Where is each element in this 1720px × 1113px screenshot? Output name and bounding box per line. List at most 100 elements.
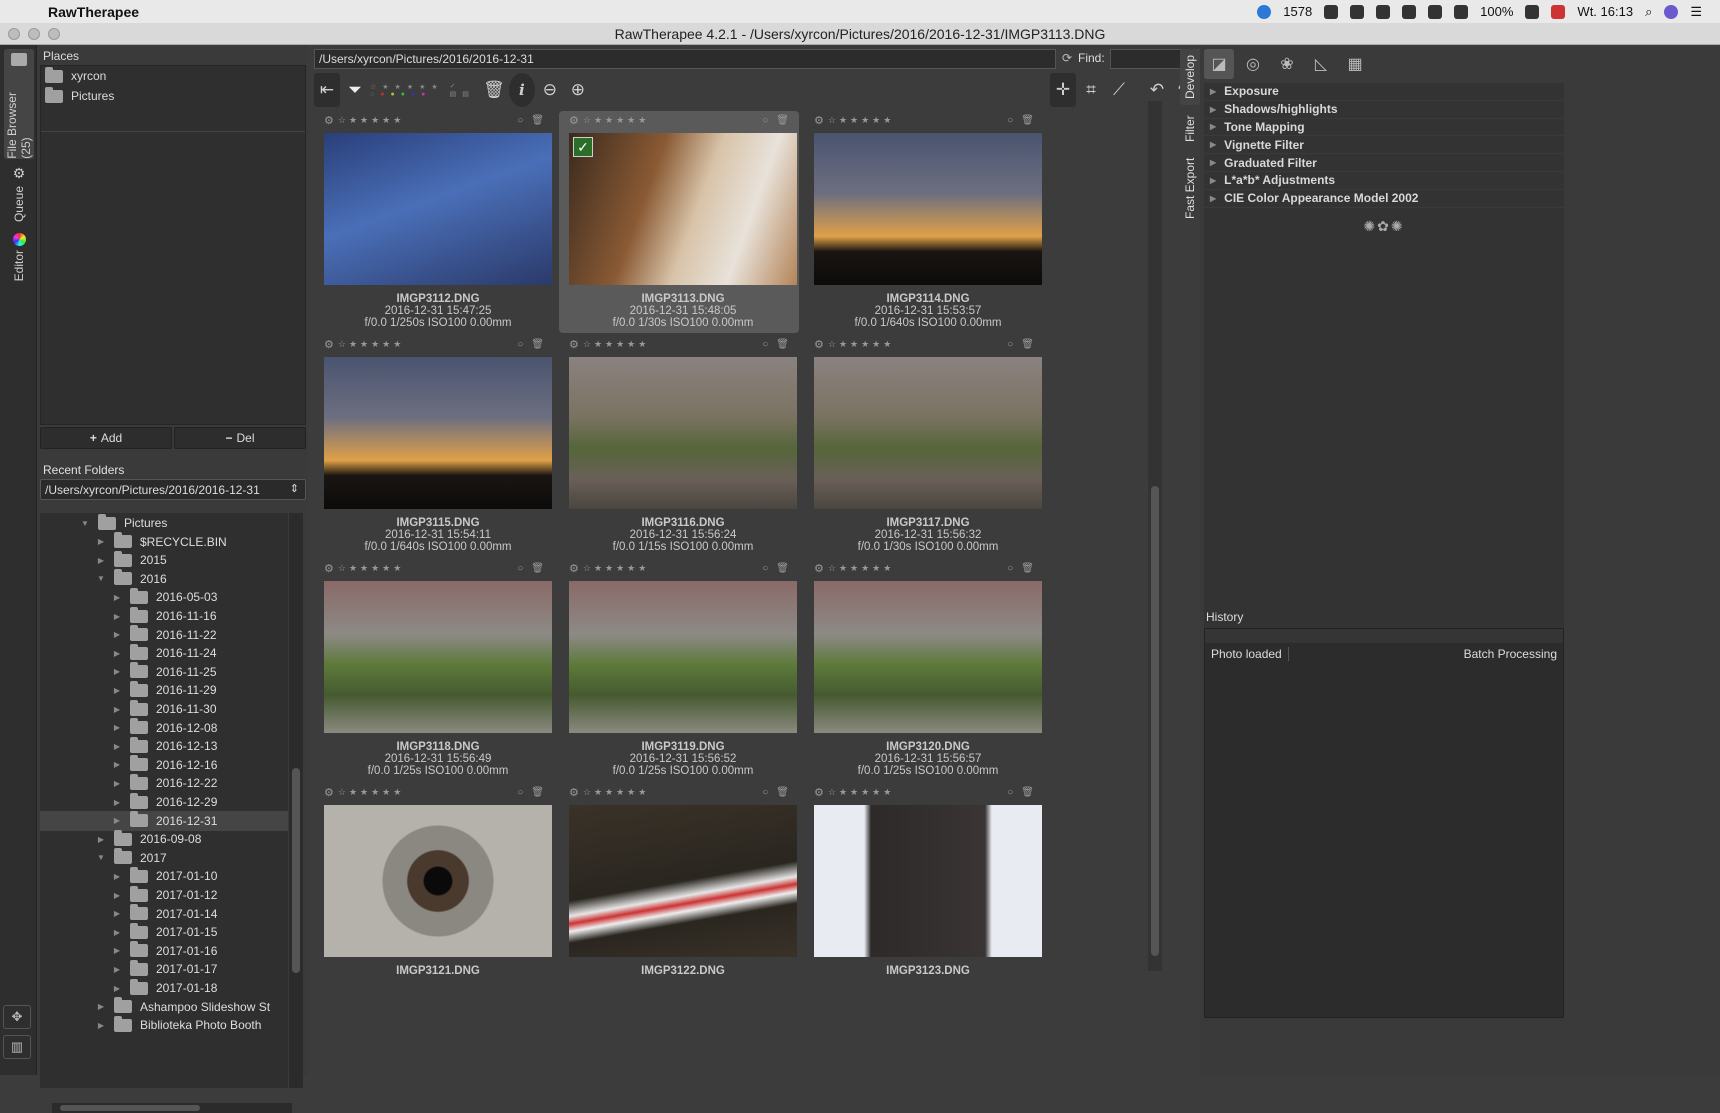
scroll-thumb[interactable] xyxy=(60,1105,200,1111)
crop-icon[interactable]: ⌗ xyxy=(1078,73,1104,107)
zoom-out-icon[interactable]: ⊖ xyxy=(537,73,563,107)
trash-icon[interactable]: 🗑 xyxy=(481,73,507,107)
tool-panel-header[interactable]: ▶ Shadows/highlights xyxy=(1204,101,1564,119)
color-label-icon[interactable]: ○ xyxy=(1007,787,1013,798)
app-menu[interactable]: RawTherapee xyxy=(48,4,139,20)
thumbnail-cell[interactable]: ⚙ ☆★★★★★ ○ 🗑 IMGP3116.DNG 2016-12-31 15:56:24… xyxy=(559,335,799,557)
hide-left-panel-icon[interactable]: ⇤ xyxy=(314,73,340,107)
collapsed-triangle-icon[interactable]: ▶ xyxy=(112,705,122,714)
trash-icon[interactable]: 🗑 xyxy=(1021,115,1034,126)
collapsed-triangle-icon[interactable]: ▶ xyxy=(96,1021,106,1030)
tree-item[interactable]: ▶ 2017-01-15 xyxy=(40,922,288,942)
color-label-icon[interactable]: ○ xyxy=(1007,339,1013,350)
collapsed-triangle-icon[interactable]: ▶ xyxy=(112,984,122,993)
collapsed-triangle-icon[interactable]: ▶ xyxy=(112,612,122,621)
adobe-icon[interactable] xyxy=(1324,4,1339,19)
collapsed-triangle-icon[interactable]: ▶ xyxy=(112,965,122,974)
collapsed-triangle-icon[interactable]: ▶ xyxy=(112,723,122,732)
color-label-icon[interactable]: ○ xyxy=(762,339,768,350)
tree-item[interactable]: ▶ 2016-11-22 xyxy=(40,625,288,645)
history-row[interactable]: Photo loaded Batch Processing xyxy=(1205,643,1563,665)
flag-icon[interactable] xyxy=(1551,4,1566,19)
tool-panel-header[interactable]: ▶ Graduated Filter xyxy=(1204,154,1564,172)
expanded-triangle-icon[interactable]: ▼ xyxy=(96,574,106,583)
collapsed-triangle-icon[interactable]: ▶ xyxy=(112,779,122,788)
rating-stars[interactable]: ☆★★★★★ xyxy=(583,339,649,350)
thumbnail-cell[interactable]: ⚙ ☆★★★★★ ○ 🗑 IMGP3117.DNG 2016-12-31 15:56:32… xyxy=(804,335,1044,557)
collapsed-triangle-icon[interactable]: ▶ xyxy=(112,667,122,676)
zoom-in-icon[interactable]: ⊕ xyxy=(565,73,591,107)
processing-profile-icon[interactable]: ⚙ xyxy=(569,114,579,127)
processing-profile-icon[interactable]: ⚙ xyxy=(814,562,824,575)
expanded-triangle-icon[interactable]: ▼ xyxy=(96,853,106,862)
tool-panel-header[interactable]: ▶ CIE Color Appearance Model 2002 xyxy=(1204,190,1564,208)
collapsed-triangle-icon[interactable]: ▶ xyxy=(1210,176,1216,185)
color-label-icon[interactable]: ○ xyxy=(517,339,523,350)
trash-icon[interactable]: 🗑 xyxy=(1021,787,1034,798)
tree-item[interactable]: ▶ 2016-12-13 xyxy=(40,736,288,756)
color-label-icon[interactable]: ○ xyxy=(762,563,768,574)
thumbnail-image[interactable] xyxy=(569,357,797,509)
thumbnail-cell[interactable]: ⚙ ☆★★★★★ ○ 🗑 ✓ IMGP3113.DNG 2016-12-31 15:48:0… xyxy=(559,111,799,333)
tree-item[interactable]: ▶ 2016-09-08 xyxy=(40,829,288,849)
tree-item[interactable]: ▶ 2015 xyxy=(40,550,288,570)
expanded-triangle-icon[interactable]: ▼ xyxy=(80,519,90,528)
rating-stars[interactable]: ☆★★★★★ xyxy=(338,563,404,574)
memory-icon[interactable] xyxy=(1428,4,1443,19)
collapsed-triangle-icon[interactable]: ▶ xyxy=(1210,105,1216,114)
thumbnail-cell[interactable]: ⚙ ☆★★★★★ ○ 🗑 IMGP3121.DNG xyxy=(314,783,554,1005)
thumbnail-cell[interactable]: ⚙ ☆★★★★★ ○ 🗑 IMGP3118.DNG 2016-12-31 15:56:49… xyxy=(314,559,554,781)
color-label-icon[interactable]: ○ xyxy=(1007,115,1013,126)
collapsed-triangle-icon[interactable]: ▶ xyxy=(1210,140,1216,149)
trash-icon[interactable]: 🗑 xyxy=(531,339,544,350)
collapsed-triangle-icon[interactable]: ▶ xyxy=(1210,122,1216,131)
processing-profile-icon[interactable]: ⚙ xyxy=(569,786,579,799)
zoom-window-button[interactable] xyxy=(48,28,60,40)
trash-icon[interactable]: 🗑 xyxy=(776,339,789,350)
thumbnail-image[interactable] xyxy=(324,805,552,957)
minimize-window-button[interactable] xyxy=(28,28,40,40)
wifi-icon[interactable] xyxy=(1454,4,1469,19)
tree-item[interactable]: ▶ 2016-12-31 xyxy=(40,810,288,831)
add-place-button[interactable]: + Add xyxy=(40,427,172,449)
rating-stars[interactable]: ☆★★★★★ xyxy=(583,787,649,798)
color-label-icon[interactable]: ○ xyxy=(517,787,523,798)
rating-stars[interactable]: ☆★★★★★ xyxy=(338,339,404,350)
collapsed-triangle-icon[interactable]: ▶ xyxy=(112,760,122,769)
thumbnail-image[interactable] xyxy=(814,133,1042,285)
tree-item[interactable]: ▶ 2017-01-18 xyxy=(40,978,288,998)
tree-item[interactable]: ▼ 2016 xyxy=(40,569,288,589)
processing-profile-icon[interactable]: ⚙ xyxy=(324,562,334,575)
collapsed-triangle-icon[interactable]: ▶ xyxy=(112,742,122,751)
filmstrip-icon[interactable]: ▥ xyxy=(3,1035,31,1059)
tree-item[interactable]: ▶ 2016-11-16 xyxy=(40,606,288,626)
place-item-home[interactable]: xyrcon xyxy=(41,66,305,86)
menu-list-icon[interactable]: ☰ xyxy=(1690,4,1702,20)
processing-profile-icon[interactable]: ⚙ xyxy=(569,338,579,351)
tool-panel-header[interactable]: ▶ Tone Mapping xyxy=(1204,119,1564,137)
collapsed-triangle-icon[interactable]: ▶ xyxy=(1210,87,1216,96)
rating-stars[interactable]: ☆★★★★★ xyxy=(338,115,404,126)
thumbnail-image[interactable] xyxy=(324,357,552,509)
color-label-icon[interactable]: ○ xyxy=(517,563,523,574)
thumbnail-image[interactable] xyxy=(324,133,552,285)
collapsed-triangle-icon[interactable]: ▶ xyxy=(112,909,122,918)
collapsed-triangle-icon[interactable]: ▶ xyxy=(1210,194,1216,203)
raw-tab-icon[interactable]: ▦ xyxy=(1340,49,1370,79)
tab-filter[interactable]: Filter xyxy=(1180,109,1200,149)
rating-stars[interactable]: ☆★★★★★ xyxy=(828,563,894,574)
processing-profile-icon[interactable]: ⚙ xyxy=(324,114,334,127)
thumbnail-cell[interactable]: ⚙ ☆★★★★★ ○ 🗑 IMGP3122.DNG xyxy=(559,783,799,1005)
recent-folders-select[interactable]: /Users/xyrcon/Pictures/2016/2016-12-31 ⇕ xyxy=(40,479,306,500)
detail-tab-icon[interactable]: ◎ xyxy=(1238,49,1268,79)
tree-item[interactable]: ▼ Pictures xyxy=(40,513,288,533)
collapsed-triangle-icon[interactable]: ▶ xyxy=(96,835,106,844)
tree-item[interactable]: ▶ 2016-12-22 xyxy=(40,773,288,793)
tree-item[interactable]: ▶ 2017-01-17 xyxy=(40,959,288,979)
rating-stars[interactable]: ☆★★★★★ xyxy=(828,115,894,126)
trash-icon[interactable]: 🗑 xyxy=(531,787,544,798)
tab-queue[interactable]: ⚙ Queue xyxy=(4,165,34,225)
trash-icon[interactable]: 🗑 xyxy=(531,115,544,126)
collapsed-triangle-icon[interactable]: ▶ xyxy=(96,537,106,546)
tool-panel-header[interactable]: ▶ Exposure xyxy=(1204,83,1564,101)
